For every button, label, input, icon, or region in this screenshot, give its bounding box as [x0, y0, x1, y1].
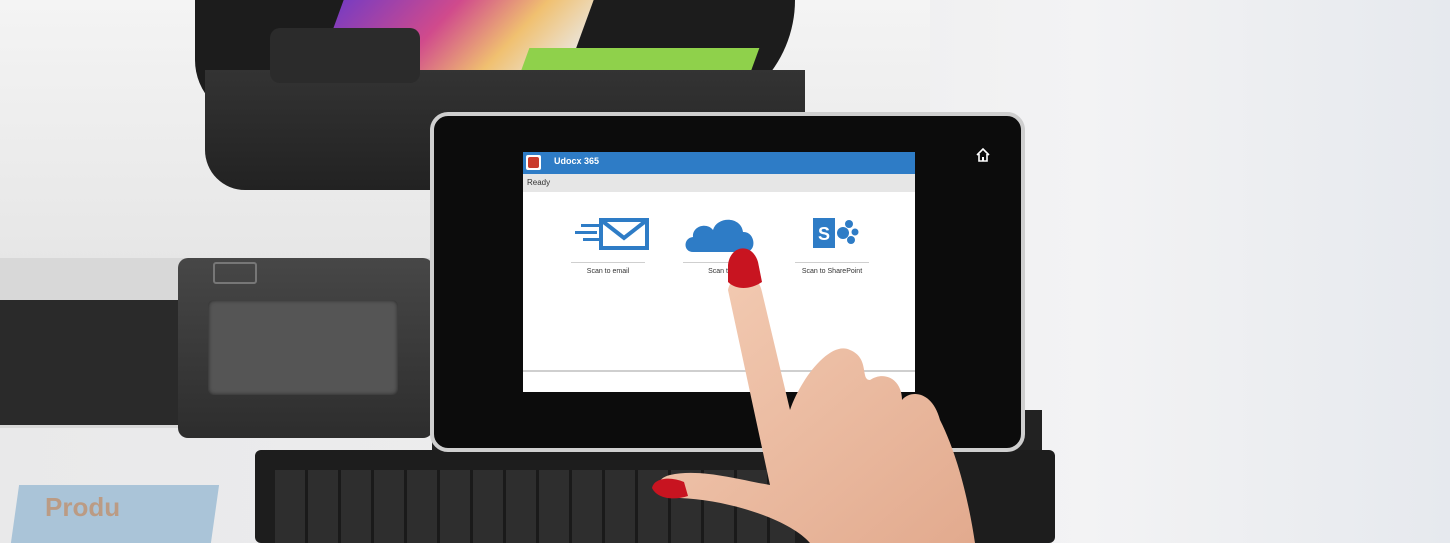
pointing-hand: [652, 248, 975, 543]
app-titlebar: Udocx 365: [523, 152, 915, 174]
app-title: Udocx 365: [554, 156, 600, 166]
status-bar: Ready: [523, 174, 915, 192]
printed-paper-green: [520, 48, 760, 72]
app-logo-icon[interactable]: [526, 155, 541, 170]
home-icon[interactable]: [975, 147, 991, 163]
tray-arm: [270, 28, 420, 83]
tile-divider: [571, 262, 645, 263]
status-text: Ready: [527, 178, 551, 187]
email-icon: [575, 218, 649, 250]
scan-to-email-button[interactable]: Scan to email: [571, 204, 649, 286]
card-reader-pad: [208, 300, 398, 395]
nfc-icon: [213, 262, 257, 284]
brochure-text: Produ: [45, 492, 121, 522]
printer-side-block: [0, 300, 185, 425]
